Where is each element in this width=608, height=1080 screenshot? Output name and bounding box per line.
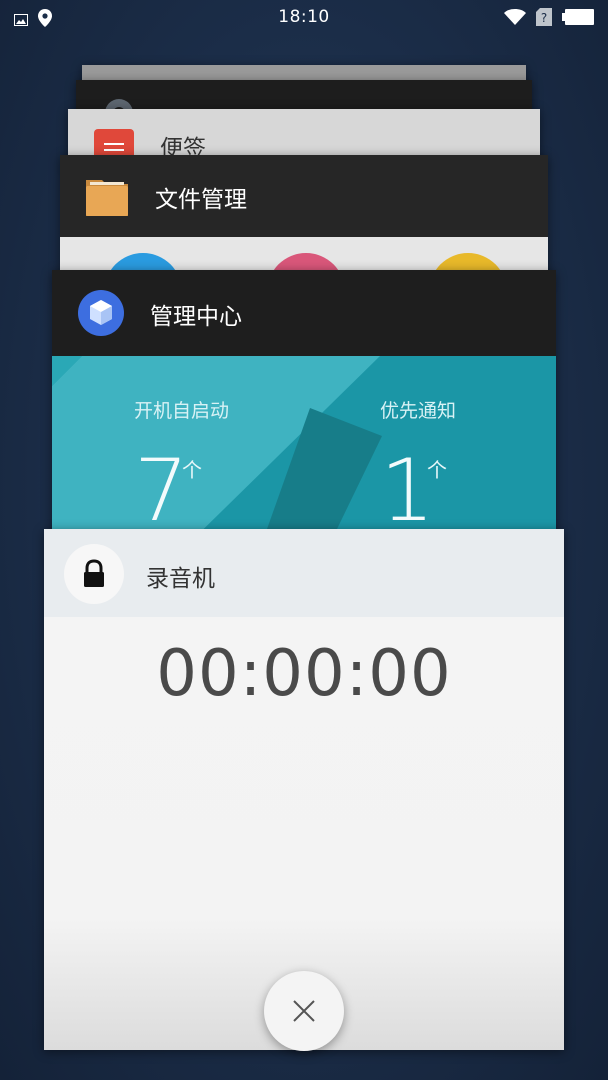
close-icon <box>293 1000 315 1026</box>
recording-timer: 00:00:00 <box>156 637 452 711</box>
clear-all-button[interactable] <box>264 971 344 1051</box>
stat-label-priority-notify: 优先通知 <box>380 400 457 422</box>
stat-unit-autostart: 个 <box>182 458 202 482</box>
stat-label-autostart: 开机自启动 <box>134 400 230 422</box>
wifi-icon <box>504 9 526 29</box>
stat-value-autostart: 7 <box>134 441 189 541</box>
folder-icon <box>86 176 128 216</box>
app-title-file-manager: 文件管理 <box>155 187 247 213</box>
battery-icon <box>562 9 594 29</box>
recent-app-card-file-manager[interactable]: 文件管理 <box>60 155 548 285</box>
stat-unit-priority-notify: 个 <box>427 458 447 482</box>
sim-unknown-icon: ? <box>536 8 552 30</box>
svg-text:?: ? <box>541 11 547 25</box>
security-cube-icon <box>78 290 124 336</box>
status-bar: 18:10 ? <box>0 0 608 36</box>
app-title-recorder: 录音机 <box>146 566 215 592</box>
lock-icon[interactable] <box>64 544 124 604</box>
recent-app-card-security-center[interactable]: 管理中心 开机自启动 7 个 优先通知 1 个 <box>52 270 556 560</box>
app-title-security-center: 管理中心 <box>150 304 242 330</box>
